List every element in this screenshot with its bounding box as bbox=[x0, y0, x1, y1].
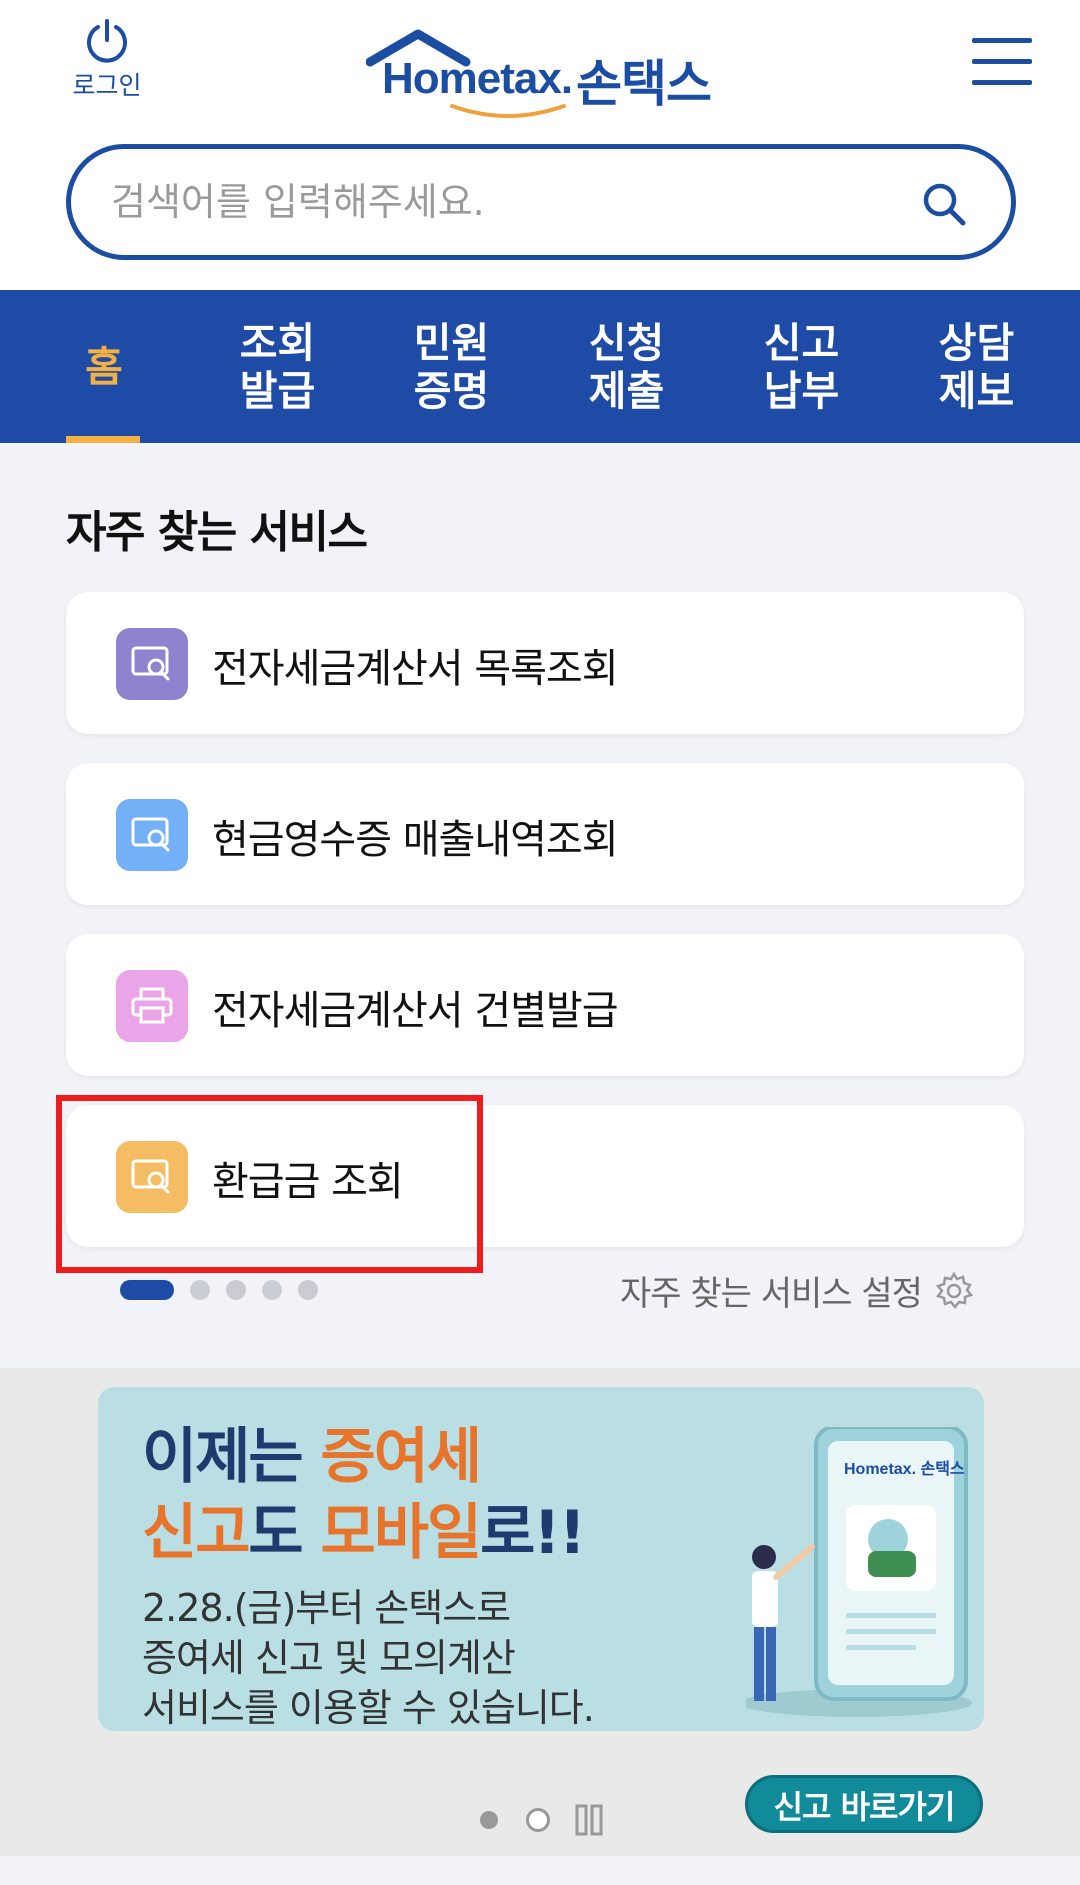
nav-tab-consult[interactable]: 상담 제보 bbox=[909, 290, 1044, 443]
search-document-icon bbox=[116, 1141, 188, 1213]
app-header: 로그인 Hometax. 손택스 bbox=[0, 0, 1080, 290]
banner-headline: 이제는 증여세 신고도 모바일로!! bbox=[142, 1419, 586, 1571]
nav-tab-label: 홈 bbox=[85, 342, 123, 391]
promo-banner[interactable]: 이제는 증여세 신고도 모바일로!! 2.28.(금)부터 손택스로 증여세 신… bbox=[98, 1387, 984, 1731]
service-card-label: 현금영수증 매출내역조회 bbox=[212, 817, 619, 863]
search-document-icon bbox=[116, 628, 188, 700]
section-title: 자주 찾는 서비스 bbox=[66, 507, 368, 558]
settings-link-label: 자주 찾는 서비스 설정 bbox=[620, 1274, 923, 1314]
nav-tab-certificates[interactable]: 민원 증명 bbox=[384, 290, 519, 443]
nav-tab-label: 상담 제보 bbox=[938, 318, 1015, 415]
nav-tab-application[interactable]: 신청 제출 bbox=[559, 290, 694, 443]
login-label: 로그인 bbox=[72, 71, 142, 100]
banner-headline-text: 이제는 bbox=[142, 1422, 321, 1492]
hamburger-menu-icon[interactable] bbox=[972, 38, 1032, 94]
service-card-tax-invoice-issue[interactable]: 전자세금계산서 건별발급 bbox=[66, 934, 1024, 1076]
gear-icon bbox=[935, 1271, 974, 1309]
phone-logo-text: Hometax. 손택스 bbox=[844, 1461, 965, 1478]
banner-headline-text: 도 bbox=[248, 1498, 321, 1568]
banner-headline-highlight: 증여세 bbox=[320, 1422, 483, 1492]
banner-desc-line: 서비스를 이용할 수 있습니다. bbox=[142, 1686, 595, 1730]
banner-headline-text: 로!! bbox=[480, 1498, 586, 1568]
nav-tab-label: 민원 증명 bbox=[413, 318, 490, 415]
active-tab-indicator bbox=[66, 436, 140, 443]
logo-text-ko: 손택스 bbox=[576, 55, 712, 113]
nav-tab-label: 신고 납부 bbox=[763, 318, 840, 415]
carousel-dot[interactable] bbox=[298, 1280, 318, 1300]
carousel-dot-active[interactable] bbox=[120, 1280, 174, 1300]
nav-tab-label: 신청 제출 bbox=[588, 318, 665, 415]
login-button[interactable]: 로그인 bbox=[62, 18, 152, 102]
nav-tab-label: 조회 발급 bbox=[239, 318, 316, 415]
banner-headline-highlight: 모바일 bbox=[320, 1498, 483, 1568]
service-card-label: 전자세금계산서 목록조회 bbox=[212, 646, 619, 692]
service-card-tax-invoice-list[interactable]: 전자세금계산서 목록조회 bbox=[66, 592, 1024, 734]
banner-dot[interactable] bbox=[526, 1808, 550, 1832]
hometax-logo[interactable]: Hometax. 손택스 bbox=[366, 28, 726, 118]
carousel-dot[interactable] bbox=[190, 1280, 210, 1300]
printer-icon bbox=[116, 970, 188, 1042]
nav-tab-inquiry[interactable]: 조회 발급 bbox=[210, 290, 345, 443]
report-shortcut-button[interactable]: 신고 바로가기 bbox=[745, 1775, 983, 1833]
power-icon bbox=[87, 19, 127, 63]
search-bar bbox=[66, 144, 1016, 260]
frequent-services-settings-link[interactable]: 자주 찾는 서비스 설정 bbox=[620, 1266, 974, 1315]
nav-tab-home[interactable]: 홈 bbox=[40, 290, 168, 443]
main-nav: 홈 조회 발급 민원 증명 신청 제출 신고 납부 상담 제보 bbox=[0, 290, 1080, 443]
logo-smile-icon bbox=[450, 104, 566, 118]
nav-tab-filing[interactable]: 신고 납부 bbox=[734, 290, 869, 443]
banner-dot-active[interactable] bbox=[480, 1811, 498, 1829]
service-card-cash-receipt[interactable]: 현금영수증 매출내역조회 bbox=[66, 763, 1024, 905]
service-card-refund-inquiry[interactable]: 환급금 조회 bbox=[66, 1105, 1024, 1247]
carousel-dot[interactable] bbox=[262, 1280, 282, 1300]
service-card-label: 전자세금계산서 건별발급 bbox=[212, 988, 619, 1034]
banner-desc-line: 2.28.(금)부터 손택스로 bbox=[142, 1586, 511, 1630]
banner-desc-line: 증여세 신고 및 모의계산 bbox=[142, 1636, 516, 1680]
banner-headline-highlight: 신고 bbox=[142, 1498, 250, 1568]
banner-section: 이제는 증여세 신고도 모바일로!! 2.28.(금)부터 손택스로 증여세 신… bbox=[0, 1368, 1080, 1856]
logo-text-en: Hometax. bbox=[382, 54, 573, 103]
carousel-dot[interactable] bbox=[226, 1280, 246, 1300]
search-input[interactable] bbox=[111, 171, 891, 233]
service-card-label: 환급금 조회 bbox=[212, 1159, 404, 1205]
banner-description: 2.28.(금)부터 손택스로 증여세 신고 및 모의계산 서비스를 이용할 수… bbox=[142, 1583, 595, 1731]
search-document-icon bbox=[116, 799, 188, 871]
pause-icon[interactable] bbox=[572, 1803, 606, 1837]
search-icon[interactable] bbox=[921, 181, 967, 227]
